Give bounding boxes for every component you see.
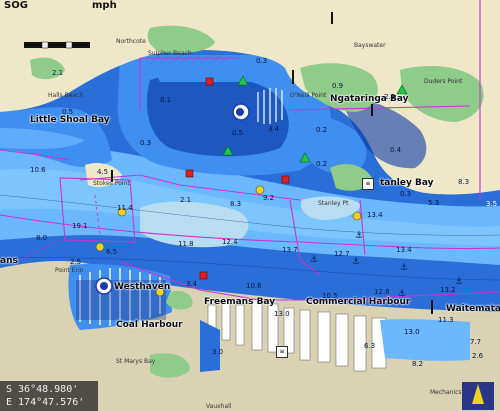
position-panel: S 36°48.980' E 174°47.576' <box>0 381 98 411</box>
depth-sounding: 3.5 <box>486 200 498 208</box>
depth-sounding: 3.4 <box>186 280 198 288</box>
depth-sounding: 12.7 <box>334 250 350 258</box>
place-stanley-point: Stanley Pt <box>318 200 349 207</box>
depth-sounding: 2.3 <box>384 93 396 101</box>
depth-sounding: 8.2 <box>412 360 424 368</box>
place-halls-beach: Halls Beach <box>48 92 84 99</box>
chart-canvas[interactable]: ⚓ ⚓ ⚓ ⚓ ⚓ ⚓ <box>0 0 500 411</box>
place-duders-point: Duders Point <box>424 78 463 85</box>
depth-sounding: 0.9 <box>332 82 344 90</box>
place-ans: ans <box>0 256 18 266</box>
depth-sounding: 2.1 <box>180 196 192 204</box>
depth-sounding: 19.1 <box>72 222 88 230</box>
depth-sounding: 8.3 <box>230 200 242 208</box>
vessel-icon <box>462 382 494 410</box>
depth-sounding: 0.2 <box>316 126 328 134</box>
depth-sounding: 0.5 <box>62 108 74 116</box>
depth-sounding: 6.5 <box>106 248 118 256</box>
mechanics-bay-water <box>380 319 470 361</box>
depth-sounding: 8.3 <box>458 178 470 186</box>
place-oneill-point: O'Neill Point <box>290 92 327 99</box>
speed-unit-label: mph <box>92 0 117 11</box>
depth-sounding: 13.4 <box>396 246 412 254</box>
depth-sounding: 13.7 <box>282 246 298 254</box>
depth-sounding: 11.4 <box>117 204 133 212</box>
depth-sounding: 0.2 <box>316 160 328 168</box>
place-sulphur-beach: Sulphur Beach <box>148 50 192 57</box>
depth-sounding: 3.0 <box>212 348 224 356</box>
place-point-erin: Point Erin <box>55 267 84 274</box>
scale-bar <box>24 41 90 49</box>
depth-sounding: 4.5 <box>97 168 109 176</box>
place-coal-harbour: Coal Harbour <box>116 320 183 330</box>
depth-sounding: 3.4 <box>268 125 280 133</box>
place-ngataringa-bay: Ngataringa Bay <box>330 94 409 104</box>
place-westhaven: Westhaven <box>114 282 171 292</box>
depth-sounding: 13.2 <box>440 286 456 294</box>
place-northcote: Northcote <box>116 38 146 45</box>
svg-text:⚓: ⚓ <box>355 231 363 241</box>
depth-sounding: 8.0 <box>36 234 48 242</box>
svg-text:⚓: ⚓ <box>455 277 463 287</box>
depth-sounding: 11.3 <box>438 316 454 324</box>
depth-sounding: 0.1 <box>160 96 172 104</box>
depth-sounding: 0.5 <box>232 129 244 137</box>
depth-sounding: 2.5 <box>70 258 82 266</box>
depth-sounding: 12.4 <box>222 238 238 246</box>
depth-sounding: 13.0 <box>274 310 290 318</box>
depth-sounding: 10.6 <box>246 282 262 290</box>
depth-sounding: 2.6 <box>472 352 484 360</box>
place-freemans-bay: Freemans Bay <box>204 297 276 307</box>
depth-sounding: 2.1 <box>52 69 64 77</box>
place-waitemata: Waitemata <box>446 304 500 314</box>
place-bayswater: Bayswater <box>354 42 386 49</box>
place-stanley-bay: tanley Bay <box>380 178 434 188</box>
place-mechanics-bay: Mechanics <box>430 389 462 396</box>
place-stokes-point: Stokes Point <box>93 180 130 187</box>
depth-sounding: 0.3 <box>140 139 152 147</box>
tide-station-icon[interactable]: ≡ <box>276 346 288 358</box>
depth-sounding: 11.8 <box>178 240 194 248</box>
depth-sounding: 0.3 <box>256 57 268 65</box>
depth-sounding: 0.3 <box>400 190 412 198</box>
depth-sounding: 0.4 <box>390 146 402 154</box>
svg-text:⚓: ⚓ <box>352 257 360 267</box>
nautical-chart[interactable]: ⚓ ⚓ ⚓ ⚓ ⚓ ⚓ SOG mph Northcote Sulphur Be… <box>0 0 500 411</box>
svg-text:⚓: ⚓ <box>310 255 318 265</box>
depth-sounding: 9.2 <box>263 194 275 202</box>
depth-sounding: 6.3 <box>364 342 376 350</box>
depth-sounding: 13.4 <box>367 211 383 219</box>
svg-text:⚓: ⚓ <box>400 263 408 273</box>
place-st-marys-bay: St Marys Bay <box>116 358 156 365</box>
depth-sounding: 10.6 <box>30 166 46 174</box>
place-vauxhall: Vauxhall <box>206 403 232 410</box>
place-little-shoal-bay: Little Shoal Bay <box>30 115 110 125</box>
depth-sounding: 12.8 <box>374 288 390 296</box>
depth-sounding: 7.7 <box>470 338 482 346</box>
tide-station-icon[interactable]: ≡ <box>362 178 374 190</box>
longitude-readout: E 174°47.576' <box>6 397 85 408</box>
depth-sounding: 13.0 <box>404 328 420 336</box>
latitude-readout: S 36°48.980' <box>6 384 79 395</box>
sog-label: SOG <box>4 0 28 11</box>
depth-sounding: 10.5 <box>322 292 338 300</box>
depth-sounding: 5.3 <box>428 199 440 207</box>
